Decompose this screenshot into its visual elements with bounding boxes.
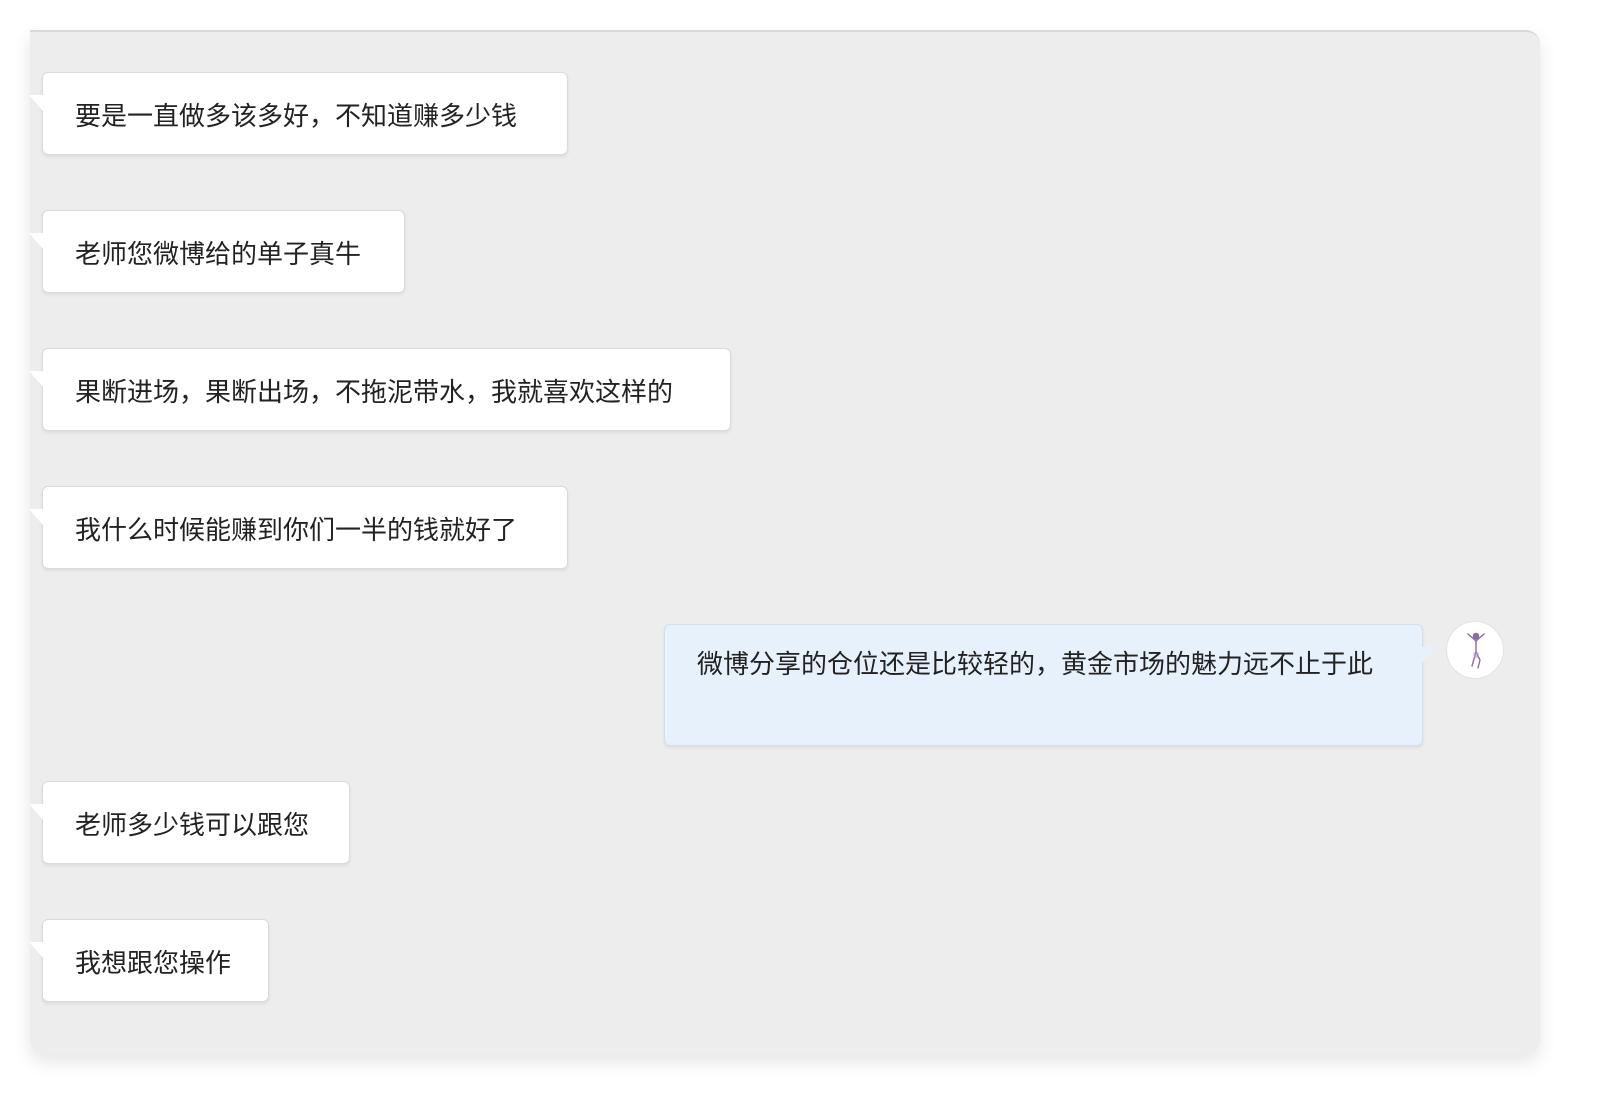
message-bubble-incoming: 老师您微博给的单子真牛: [29, 210, 405, 293]
message-bubble-incoming: 果断进场，果断出场，不拖泥带水，我就喜欢这样的: [29, 348, 731, 431]
message-bubble-incoming: 老师多少钱可以跟您: [29, 781, 350, 864]
message-text: 果断进场，果断出场，不拖泥带水，我就喜欢这样的: [75, 378, 674, 408]
dancer-figure-icon: [1467, 632, 1485, 669]
message-text: 老师多少钱可以跟您: [75, 811, 310, 841]
message-bubble-incoming: 我什么时候能赚到你们一半的钱就好了: [29, 486, 568, 569]
message-bubble-incoming: 我想跟您操作: [29, 919, 269, 1002]
message-bubble-incoming: 要是一直做多该多好，不知道赚多少钱: [29, 72, 568, 155]
message-text: 微博分享的仓位还是比较轻的，黄金市场的魅力远不止于此: [697, 650, 1374, 680]
message-text: 要是一直做多该多好，不知道赚多少钱: [75, 102, 518, 132]
message-bubble-outgoing: 微博分享的仓位还是比较轻的，黄金市场的魅力远不止于此: [664, 624, 1436, 746]
message-text: 我什么时候能赚到你们一半的钱就好了: [75, 516, 518, 546]
message-text: 老师您微博给的单子真牛: [75, 240, 362, 270]
message-text: 我想跟您操作: [75, 949, 232, 979]
avatar[interactable]: [1446, 621, 1504, 679]
